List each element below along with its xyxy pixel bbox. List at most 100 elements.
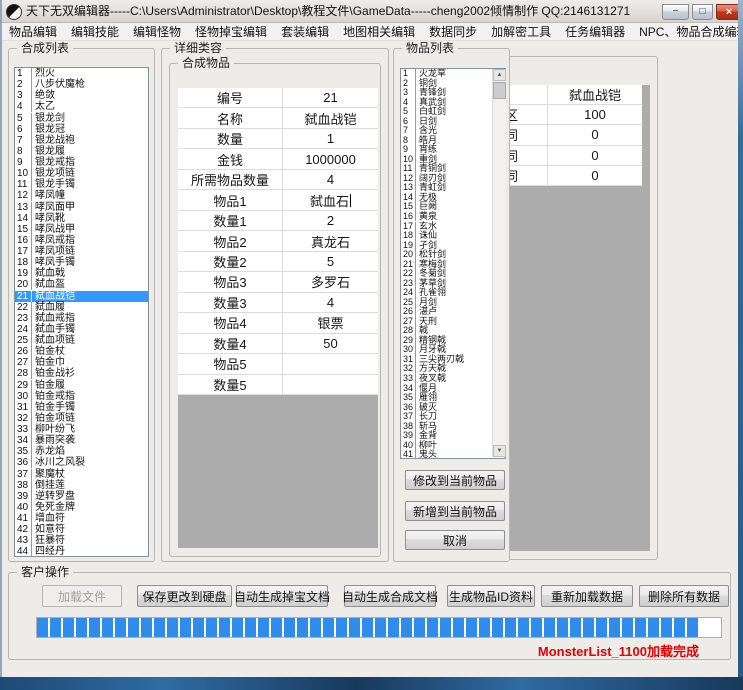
synthesis-list-item[interactable]: 36 冰川之风裂: [15, 457, 148, 468]
field-value[interactable]: 2: [283, 211, 378, 230]
item-list-item[interactable]: 18 诛仙: [401, 231, 505, 241]
synthesis-list-item[interactable]: 22 弑血履: [15, 302, 148, 313]
detail-table-row[interactable]: 数量5: [178, 375, 378, 395]
synthesis-list-item[interactable]: 31 铂金手镯: [15, 402, 148, 413]
detail-table-row[interactable]: 物品4 银票: [178, 313, 378, 333]
item-list-item[interactable]: 15 巨阙: [401, 202, 505, 212]
synthesis-list-item[interactable]: 3 绝敛: [15, 90, 148, 101]
synthesis-list-item[interactable]: 30 铂金戒指: [15, 391, 148, 402]
item-list-item[interactable]: 29 精钢戟: [401, 336, 505, 346]
field-value[interactable]: [283, 375, 378, 394]
client-op-button[interactable]: 自动生成掉宝文档: [236, 585, 328, 607]
item-list-item[interactable]: 21 寒梅剑: [401, 260, 505, 270]
synthesis-list-item[interactable]: 32 铂金项链: [15, 413, 148, 424]
client-op-button[interactable]: 生成物品ID资料: [447, 585, 535, 607]
synthesis-list-item[interactable]: 26 铂金杖: [15, 346, 148, 357]
item-list-item[interactable]: 26 湛卢: [401, 307, 505, 317]
detail-table-row[interactable]: 物品5: [178, 354, 378, 374]
synthesis-list-item[interactable]: 11 银龙手镯: [15, 179, 148, 190]
item-list-item[interactable]: 38 斩马: [401, 422, 505, 432]
window-border-bottom[interactable]: [0, 677, 743, 690]
synthesis-list-item[interactable]: 44 四经丹: [15, 546, 148, 557]
synthesis-list-item[interactable]: 9 银龙戒指: [15, 157, 148, 168]
title-bar[interactable]: 天下无双编辑器-----C:\Users\Administrator\Deskt…: [0, 0, 743, 23]
detail-table-row[interactable]: 物品3 多罗石: [178, 272, 378, 292]
field-value[interactable]: 1000000: [283, 149, 378, 168]
modify-current-item-button[interactable]: 修改到当前物品: [405, 470, 505, 490]
synthesis-list-item[interactable]: 23 弑血戒指: [15, 313, 148, 324]
menu-item[interactable]: 编辑怪物: [126, 24, 188, 41]
synthesis-list-item[interactable]: 14 哮凤靴: [15, 213, 148, 224]
cancel-button[interactable]: 取消: [405, 530, 505, 550]
scroll-down-icon[interactable]: ▼: [493, 445, 506, 457]
item-list-item[interactable]: 16 黄泉: [401, 212, 505, 222]
client-op-button[interactable]: 删除所有数据: [639, 585, 729, 607]
item-list-item[interactable]: 10 重剑: [401, 155, 505, 165]
synthesis-list-item[interactable]: 15 哮凤战甲: [15, 224, 148, 235]
detail-table-row[interactable]: 物品2 真龙石: [178, 231, 378, 251]
field-value[interactable]: 4: [283, 293, 378, 312]
item-list-scrollbar[interactable]: ▲ ▼: [492, 69, 506, 457]
item-list-item[interactable]: 7 含光: [401, 126, 505, 136]
synthesis-list-item[interactable]: 24 弑血手镯: [15, 324, 148, 335]
detail-table-row[interactable]: 数量3 4: [178, 293, 378, 313]
menu-item[interactable]: 任务编辑器: [558, 24, 632, 41]
item-list-item[interactable]: 40 柳叶: [401, 441, 505, 451]
item-list-item[interactable]: 22 冬菊剑: [401, 269, 505, 279]
item-list-item[interactable]: 24 孔雀翎: [401, 288, 505, 298]
item-list-item[interactable]: 8 皓月: [401, 136, 505, 146]
field-value[interactable]: 4: [283, 170, 378, 189]
synthesis-list-item[interactable]: 5 银龙剑: [15, 113, 148, 124]
item-list-item[interactable]: 23 茅草剑: [401, 279, 505, 289]
detail-table-row[interactable]: 名称 弑血战铠: [178, 108, 378, 128]
menu-item[interactable]: 物品编辑: [2, 24, 64, 41]
synthesis-list-item[interactable]: 40 免死金牌: [15, 502, 148, 513]
field-value[interactable]: 弑血战铠: [283, 108, 378, 127]
synthesis-list-item[interactable]: 28 铂金战衫: [15, 368, 148, 379]
synthesis-list-item[interactable]: 13 哮凤面甲: [15, 202, 148, 213]
item-list-item[interactable]: 9 宵练: [401, 145, 505, 155]
field-value[interactable]: 5: [283, 252, 378, 271]
menu-item[interactable]: 怪物掉宝编辑: [188, 24, 274, 41]
synthesis-list-item[interactable]: 18 哮凤手镯: [15, 257, 148, 268]
field-value[interactable]: 1: [283, 129, 378, 148]
synthesis-list-item[interactable]: 19 弑血戟: [15, 268, 148, 279]
field-value[interactable]: 50: [283, 334, 378, 353]
synthesis-list-item[interactable]: 4 太乙: [15, 101, 148, 112]
item-list-item[interactable]: 19 孑剑: [401, 241, 505, 251]
item-list-item[interactable]: 39 金背: [401, 431, 505, 441]
item-list-item[interactable]: 17 玄水: [401, 222, 505, 232]
synthesis-list-item[interactable]: 33 柳叶纷飞: [15, 424, 148, 435]
menu-item[interactable]: 数据同步: [422, 24, 484, 41]
synthesis-list-item[interactable]: 37 聚魔杖: [15, 469, 148, 480]
add-current-item-button[interactable]: 新增到当前物品: [405, 501, 505, 521]
synthesis-list-item[interactable]: 35 赤龙焰: [15, 446, 148, 457]
item-list-item[interactable]: 35 雁翎: [401, 393, 505, 403]
menu-item[interactable]: 编辑技能: [64, 24, 126, 41]
detail-table-row[interactable]: 数量4 50: [178, 334, 378, 354]
synthesis-list-item[interactable]: 2 八步伏魔枪: [15, 79, 148, 90]
maximize-button[interactable]: □: [692, 4, 713, 20]
synthesis-list-item[interactable]: 10 银龙项链: [15, 168, 148, 179]
synthesis-list-item[interactable]: 39 逆转罗盘: [15, 491, 148, 502]
item-list-item[interactable]: 32 方天戟: [401, 364, 505, 374]
minimize-button[interactable]: −: [662, 4, 689, 20]
item-list-item[interactable]: 1 火龙草: [401, 69, 505, 79]
detail-table-row[interactable]: 数量 1: [178, 129, 378, 149]
synthesis-list-item[interactable]: 27 铂金巾: [15, 357, 148, 368]
item-list-item[interactable]: 13 青虹剑: [401, 183, 505, 193]
item-list-item[interactable]: 28 戟: [401, 326, 505, 336]
client-op-button[interactable]: 保存更改到硬盘: [137, 585, 232, 607]
detail-table-row[interactable]: 金钱 1000000: [178, 149, 378, 169]
item-list-item[interactable]: 11 青铜剑: [401, 164, 505, 174]
item-listbox[interactable]: 1 火龙草 2 铜剑 3 青锋剑 4 真武剑: [400, 68, 506, 459]
item-list-item[interactable]: 20 松针剑: [401, 250, 505, 260]
client-op-button[interactable]: 加载文件: [42, 585, 122, 607]
scroll-up-icon[interactable]: ▲: [493, 69, 506, 81]
window-border-right[interactable]: [738, 0, 743, 690]
item-list-item[interactable]: 3 青锋剑: [401, 88, 505, 98]
detail-table-row[interactable]: 所需物品数量 4: [178, 170, 378, 190]
field-value[interactable]: 21: [283, 88, 378, 107]
synthesis-list-item[interactable]: 16 哮凤戒指: [15, 235, 148, 246]
item-list-item[interactable]: 2 铜剑: [401, 79, 505, 89]
